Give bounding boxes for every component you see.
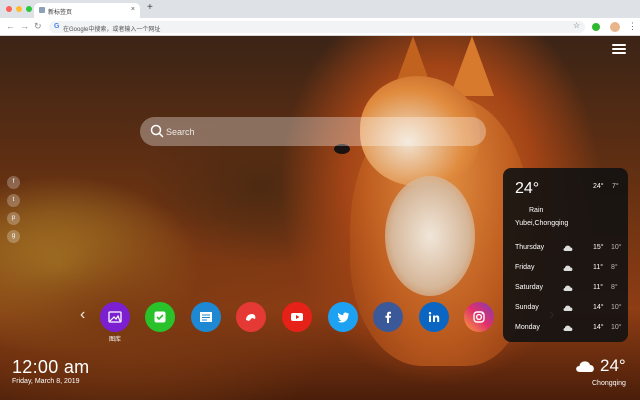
facebook-app-button[interactable]	[373, 302, 403, 332]
forecast-low: 10°	[611, 304, 622, 311]
forecast-day: Monday	[515, 324, 540, 331]
minimize-window-button[interactable]	[16, 6, 22, 12]
twitter-bird-icon	[337, 312, 349, 323]
extension-icon[interactable]	[592, 23, 600, 31]
rain-cloud-icon	[563, 305, 573, 311]
browser-toolbar: ← → ↻ G 在Google中搜索，或者输入一个网址 ☆ ⋮	[0, 18, 640, 36]
address-bar[interactable]: G 在Google中搜索，或者输入一个网址	[49, 21, 585, 33]
address-placeholder: 在Google中搜索，或者输入一个网址	[63, 27, 161, 33]
search-icon	[150, 124, 164, 138]
weather-low: 7°	[612, 183, 619, 190]
forecast-row: Thursday 15° 10°	[515, 244, 622, 256]
linkedin-app-button[interactable]	[419, 302, 449, 332]
browser-menu-icon[interactable]: ⋮	[628, 21, 637, 32]
weather-high: 24°	[593, 183, 604, 190]
checklist-icon	[154, 311, 166, 323]
instagram-app-button[interactable]	[464, 302, 494, 332]
instagram-icon	[473, 311, 485, 323]
forecast-row: Friday 11° 8°	[515, 264, 620, 276]
forecast-low: 10°	[611, 244, 622, 251]
clock-date: Friday, March 8, 2019	[12, 378, 80, 385]
forecast-day: Friday	[515, 264, 535, 271]
tab-close-icon[interactable]: ×	[131, 6, 135, 13]
forecast-low: 10°	[611, 324, 622, 331]
profile-avatar[interactable]	[610, 22, 620, 32]
forecast-high: 14°	[593, 304, 604, 311]
image-icon	[108, 311, 122, 323]
clock-time: 12:00 am	[12, 357, 90, 377]
forecast-row: Monday 14° 10°	[515, 324, 622, 336]
hamburger-menu-icon[interactable]	[612, 44, 626, 54]
facebook-icon[interactable]: f	[7, 176, 20, 189]
forecast-low: 8°	[611, 264, 618, 271]
weather-current-temp: 24°	[515, 180, 540, 197]
forecast-high: 14°	[593, 324, 604, 331]
forecast-high: 11°	[593, 264, 604, 271]
forecast-day: Sunday	[515, 304, 539, 311]
fox-ear-right	[450, 36, 494, 96]
gallery-app-label: 图库	[108, 337, 121, 343]
new-tab-button[interactable]: +	[147, 2, 153, 13]
tab-bar: 新标签页 × +	[0, 0, 640, 18]
rain-cloud-icon	[563, 245, 573, 251]
youtube-app-button[interactable]	[282, 302, 312, 332]
todo-app-button[interactable]	[145, 302, 175, 332]
google-plus-icon[interactable]: g	[7, 230, 20, 243]
newspaper-icon	[200, 312, 212, 322]
tab-title: 新标签页	[48, 10, 73, 16]
apps-prev-arrow-icon[interactable]: ‹	[80, 306, 85, 324]
gamepad-icon	[246, 314, 256, 321]
maximize-window-button[interactable]	[26, 6, 32, 12]
reload-icon[interactable]: ↻	[34, 21, 42, 32]
window-controls	[6, 6, 32, 12]
google-icon: G	[54, 23, 60, 30]
twitter-icon[interactable]: t	[7, 194, 20, 207]
rain-cloud-icon	[563, 325, 573, 331]
forward-icon[interactable]: →	[20, 21, 29, 31]
cloud-icon[interactable]	[574, 358, 596, 374]
forecast-day: Saturday	[515, 284, 544, 291]
pinterest-icon[interactable]: p	[7, 212, 20, 225]
games-app-button[interactable]	[236, 302, 266, 332]
search-input[interactable]	[166, 122, 466, 141]
weather-card[interactable]: 24° 24° 7° Rain Yubei,Chongqing Thursday…	[503, 168, 628, 342]
rain-cloud-icon	[563, 265, 573, 271]
search-bar[interactable]	[140, 117, 486, 146]
facebook-f-icon	[385, 311, 391, 323]
forecast-high: 15°	[593, 244, 604, 251]
bookmark-star-icon[interactable]: ☆	[573, 21, 580, 30]
forecast-row: Sunday 14° 10°	[515, 304, 622, 316]
close-window-button[interactable]	[6, 6, 12, 12]
forecast-high: 11°	[593, 284, 604, 291]
current-weather-location: Chongqing	[592, 380, 626, 387]
weather-condition: Rain	[529, 207, 544, 214]
back-icon[interactable]: ←	[6, 21, 15, 31]
fox-chest	[385, 176, 475, 296]
youtube-icon	[291, 313, 303, 321]
weather-location: Yubei,Chongqing	[515, 220, 569, 227]
linkedin-icon	[428, 312, 440, 322]
rain-cloud-icon	[563, 285, 573, 291]
current-weather-temp[interactable]: 24°	[600, 356, 626, 376]
gallery-app-button[interactable]	[100, 302, 130, 332]
forecast-row: Saturday 11° 8°	[515, 284, 620, 296]
twitter-app-button[interactable]	[328, 302, 358, 332]
news-app-button[interactable]	[191, 302, 221, 332]
browser-tab[interactable]: 新标签页 ×	[34, 3, 140, 18]
tab-favicon-icon	[39, 7, 45, 13]
forecast-low: 8°	[611, 284, 618, 291]
forecast-day: Thursday	[515, 244, 545, 251]
